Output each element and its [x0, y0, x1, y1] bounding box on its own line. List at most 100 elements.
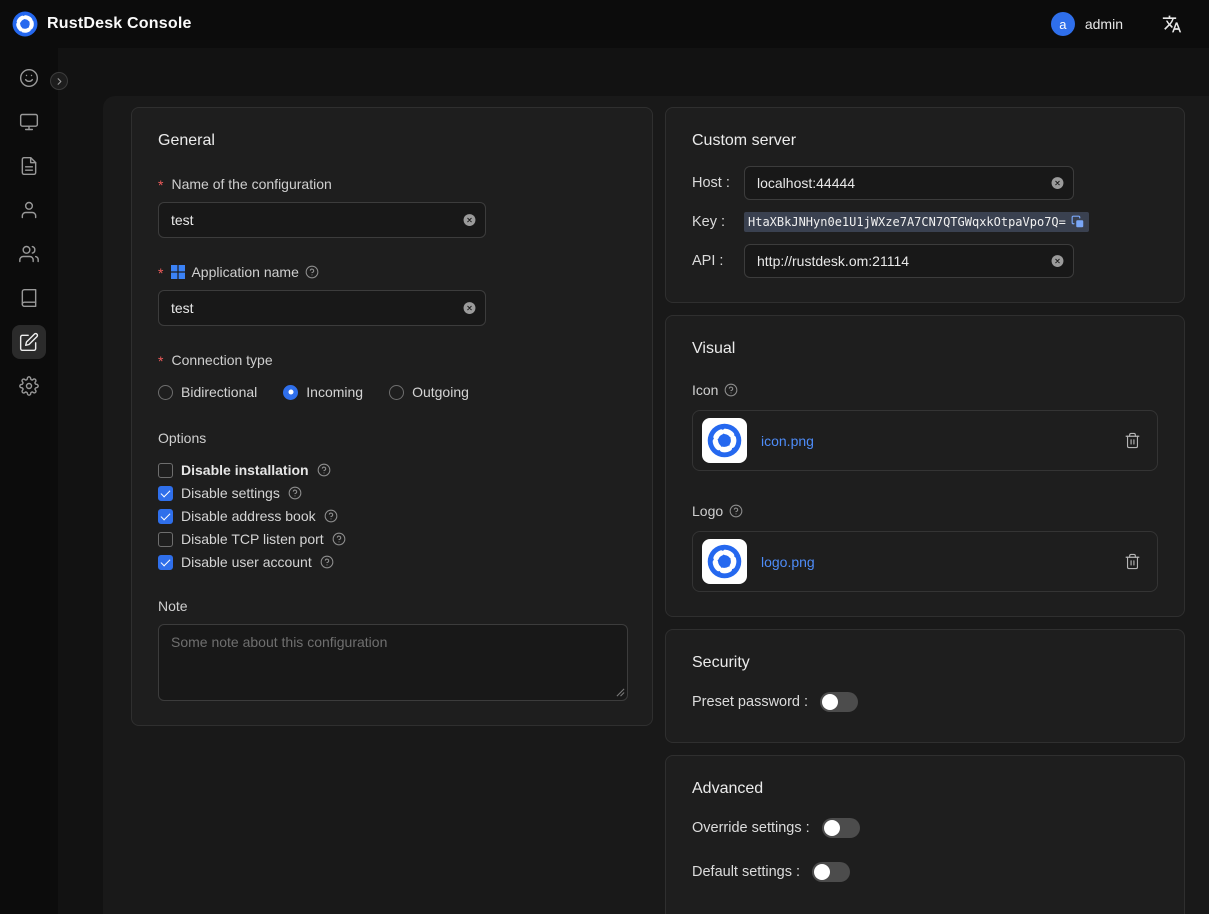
sidebar-item-settings[interactable] [12, 369, 46, 403]
checkbox-disable-installation[interactable]: Disable installation [158, 462, 626, 478]
checkbox-disable-address-book[interactable]: Disable address book [158, 508, 626, 524]
checkbox-disable-tcp-listen-port[interactable]: Disable TCP listen port [158, 531, 626, 547]
chevron-right-icon [54, 76, 65, 87]
override-settings-row: Override settings : [692, 818, 1158, 838]
radio-circle[interactable] [283, 385, 298, 400]
radio-incoming[interactable]: Incoming [283, 384, 363, 400]
default-settings-toggle[interactable] [812, 862, 850, 882]
app-title: RustDesk Console [47, 15, 192, 33]
key-value-text: HtaXBkJNHyn0e1U1jWXze7A7CN7QTGWqxkOtpaVp… [748, 215, 1066, 229]
checkbox-box[interactable] [158, 463, 173, 478]
note-textarea[interactable] [158, 624, 628, 701]
sidebar-item-users[interactable] [12, 193, 46, 227]
checkbox-label: Disable address book [181, 508, 316, 524]
override-settings-toggle[interactable] [822, 818, 860, 838]
radio-bidirectional[interactable]: Bidirectional [158, 384, 257, 400]
connection-type-radios: Bidirectional Incoming Outgoing [158, 384, 626, 400]
checkbox-box[interactable] [158, 509, 173, 524]
icon-file-row: icon.png [692, 410, 1158, 471]
application-name-input[interactable] [158, 290, 486, 326]
radio-label: Outgoing [412, 384, 469, 400]
windows-icon [171, 265, 185, 279]
host-input-wrap [744, 166, 1074, 200]
connection-type-label: Connection type [158, 352, 626, 368]
language-icon[interactable] [1161, 13, 1183, 35]
logo-file-link[interactable]: logo.png [761, 554, 1110, 570]
preset-password-toggle[interactable] [820, 692, 858, 712]
topbar: RustDesk Console a admin [0, 0, 1209, 48]
checkbox-box[interactable] [158, 555, 173, 570]
edit-icon [19, 332, 39, 352]
icon-file-link[interactable]: icon.png [761, 433, 1110, 449]
checkbox-disable-user-account[interactable]: Disable user account [158, 554, 626, 570]
logo-file-row: logo.png [692, 531, 1158, 592]
key-label: Key : [692, 214, 744, 230]
help-icon[interactable] [317, 463, 331, 477]
help-icon[interactable] [288, 486, 302, 500]
application-name-label: Application name [158, 264, 626, 280]
username[interactable]: admin [1085, 16, 1123, 32]
sidebar-item-documents[interactable] [12, 149, 46, 183]
clear-icon[interactable] [1050, 176, 1065, 191]
host-input[interactable] [744, 166, 1074, 200]
application-name-label-text: Application name [191, 264, 298, 280]
name-input[interactable] [158, 202, 486, 238]
icon-thumbnail [702, 418, 747, 463]
custom-server-card: Custom server Host : Key : HtaXBkJNHyn0e… [665, 107, 1185, 303]
default-settings-label: Default settings : [692, 864, 800, 880]
clear-icon[interactable] [1050, 254, 1065, 269]
checkbox-disable-settings[interactable]: Disable settings [158, 485, 626, 501]
preset-password-row: Preset password : [692, 692, 1158, 712]
gear-icon [19, 376, 39, 396]
radio-label: Bidirectional [181, 384, 257, 400]
help-icon[interactable] [305, 265, 319, 279]
icon-label: Icon [692, 382, 1158, 398]
radio-circle[interactable] [389, 385, 404, 400]
right-column: Custom server Host : Key : HtaXBkJNHyn0e… [665, 107, 1185, 914]
clear-icon[interactable] [462, 213, 477, 228]
brand: RustDesk Console [12, 11, 192, 37]
connection-type-label-text: Connection type [171, 352, 272, 368]
checkbox-box[interactable] [158, 532, 173, 547]
key-value[interactable]: HtaXBkJNHyn0e1U1jWXze7A7CN7QTGWqxkOtpaVp… [744, 212, 1089, 232]
help-icon[interactable] [332, 532, 346, 546]
smiley-icon [19, 68, 39, 88]
help-icon[interactable] [729, 504, 743, 518]
radio-outgoing[interactable]: Outgoing [389, 384, 469, 400]
trash-icon[interactable] [1124, 553, 1141, 570]
host-label: Host : [692, 175, 744, 191]
clear-icon[interactable] [462, 301, 477, 316]
help-icon[interactable] [320, 555, 334, 569]
logo-label: Logo [692, 503, 1158, 519]
options-label: Options [158, 430, 626, 446]
sidebar-item-groups[interactable] [12, 237, 46, 271]
note-textarea-wrap [158, 624, 628, 701]
radio-circle[interactable] [158, 385, 173, 400]
override-settings-label: Override settings : [692, 820, 810, 836]
avatar[interactable]: a [1051, 12, 1075, 36]
sidebar-item-devices[interactable] [12, 105, 46, 139]
checkbox-label: Disable settings [181, 485, 280, 501]
sidebar-item-configurations[interactable] [12, 325, 46, 359]
checkbox-label: Disable installation [181, 462, 309, 478]
key-row: Key : HtaXBkJNHyn0e1U1jWXze7A7CN7QTGWqxk… [692, 212, 1158, 232]
checkbox-box[interactable] [158, 486, 173, 501]
sidebar-item-status[interactable] [12, 61, 46, 95]
advanced-title: Advanced [692, 780, 1158, 798]
host-row: Host : [692, 166, 1158, 200]
users-icon [19, 244, 39, 264]
toggle-knob [822, 694, 838, 710]
sidebar-item-logs[interactable] [12, 281, 46, 315]
api-label: API : [692, 253, 744, 269]
copy-icon[interactable] [1071, 215, 1085, 229]
topbar-right: a admin [1051, 12, 1183, 36]
security-card: Security Preset password : [665, 629, 1185, 743]
trash-icon[interactable] [1124, 432, 1141, 449]
sidebar-expand-button[interactable] [50, 72, 68, 90]
api-input[interactable] [744, 244, 1074, 278]
help-icon[interactable] [724, 383, 738, 397]
left-column: General Name of the configuration Applic… [131, 107, 653, 726]
checkbox-label: Disable user account [181, 554, 312, 570]
logo-label-text: Logo [692, 503, 723, 519]
help-icon[interactable] [324, 509, 338, 523]
